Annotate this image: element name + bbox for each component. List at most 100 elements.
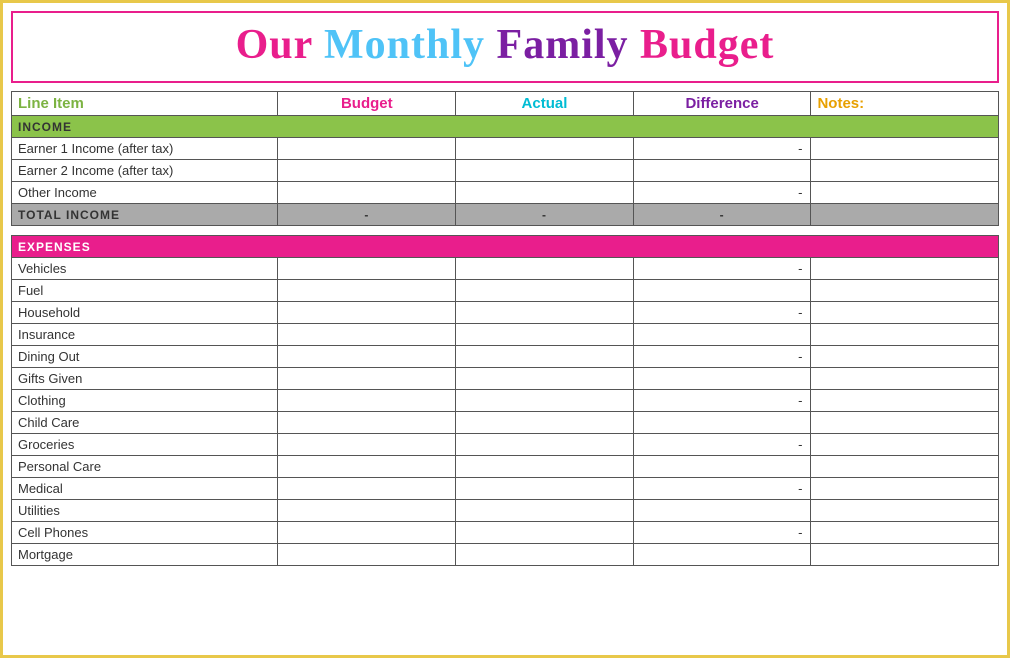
expense-item-label: Fuel	[12, 280, 278, 302]
income-actual-cell[interactable]	[456, 138, 634, 160]
income-notes-cell[interactable]	[811, 138, 999, 160]
expense-item-label: Dining Out	[12, 346, 278, 368]
expense-diff-cell	[633, 280, 811, 302]
income-item-label: Earner 2 Income (after tax)	[12, 160, 278, 182]
income-section-header: INCOME	[12, 116, 999, 138]
expense-item-label: Insurance	[12, 324, 278, 346]
total-income-label: TOTAL INCOME	[12, 204, 278, 226]
expense-budget-cell[interactable]	[278, 258, 456, 280]
expense-actual-cell[interactable]	[456, 324, 634, 346]
expense-row: Groceries -	[12, 434, 999, 456]
expense-notes-cell[interactable]	[811, 478, 999, 500]
expense-notes-cell[interactable]	[811, 544, 999, 566]
income-actual-cell[interactable]	[456, 182, 634, 204]
expense-actual-cell[interactable]	[456, 500, 634, 522]
header-notes: Notes:	[811, 92, 999, 116]
title-word1: Our	[236, 22, 313, 68]
expense-row: Household -	[12, 302, 999, 324]
total-income-row: TOTAL INCOME - - -	[12, 204, 999, 226]
expenses-label: EXPENSES	[12, 236, 999, 258]
income-budget-cell[interactable]	[278, 182, 456, 204]
expense-notes-cell[interactable]	[811, 324, 999, 346]
expense-item-label: Personal Care	[12, 456, 278, 478]
expense-row: Fuel	[12, 280, 999, 302]
expense-item-label: Gifts Given	[12, 368, 278, 390]
expense-row: Personal Care	[12, 456, 999, 478]
expense-budget-cell[interactable]	[278, 324, 456, 346]
expense-actual-cell[interactable]	[456, 522, 634, 544]
expense-diff-cell: -	[633, 478, 811, 500]
income-row: Earner 2 Income (after tax)	[12, 160, 999, 182]
income-item-label: Earner 1 Income (after tax)	[12, 138, 278, 160]
spacer-row	[12, 226, 999, 236]
expense-diff-cell: -	[633, 302, 811, 324]
expense-notes-cell[interactable]	[811, 368, 999, 390]
expense-budget-cell[interactable]	[278, 280, 456, 302]
income-actual-cell[interactable]	[456, 160, 634, 182]
title-word2: Monthly	[324, 22, 485, 68]
total-income-budget: -	[278, 204, 456, 226]
expense-item-label: Clothing	[12, 390, 278, 412]
expense-actual-cell[interactable]	[456, 434, 634, 456]
income-notes-cell[interactable]	[811, 182, 999, 204]
expense-budget-cell[interactable]	[278, 412, 456, 434]
expense-notes-cell[interactable]	[811, 280, 999, 302]
expense-row: Insurance	[12, 324, 999, 346]
expense-budget-cell[interactable]	[278, 434, 456, 456]
expense-notes-cell[interactable]	[811, 456, 999, 478]
expense-budget-cell[interactable]	[278, 456, 456, 478]
expense-budget-cell[interactable]	[278, 368, 456, 390]
expense-row: Utilities	[12, 500, 999, 522]
income-notes-cell[interactable]	[811, 160, 999, 182]
income-diff-cell: -	[633, 182, 811, 204]
expense-notes-cell[interactable]	[811, 500, 999, 522]
expense-row: Clothing -	[12, 390, 999, 412]
expense-item-label: Vehicles	[12, 258, 278, 280]
expense-diff-cell	[633, 500, 811, 522]
expense-actual-cell[interactable]	[456, 412, 634, 434]
expense-actual-cell[interactable]	[456, 478, 634, 500]
expense-budget-cell[interactable]	[278, 478, 456, 500]
expense-actual-cell[interactable]	[456, 390, 634, 412]
expense-row: Child Care	[12, 412, 999, 434]
expense-row: Dining Out -	[12, 346, 999, 368]
total-income-actual: -	[456, 204, 634, 226]
expense-budget-cell[interactable]	[278, 390, 456, 412]
income-row: Earner 1 Income (after tax) -	[12, 138, 999, 160]
expense-notes-cell[interactable]	[811, 390, 999, 412]
expense-notes-cell[interactable]	[811, 412, 999, 434]
income-diff-cell	[633, 160, 811, 182]
expense-budget-cell[interactable]	[278, 522, 456, 544]
expense-actual-cell[interactable]	[456, 346, 634, 368]
expense-row: Gifts Given	[12, 368, 999, 390]
expense-budget-cell[interactable]	[278, 500, 456, 522]
header-actual: Actual	[456, 92, 634, 116]
expense-actual-cell[interactable]	[456, 258, 634, 280]
expense-actual-cell[interactable]	[456, 544, 634, 566]
expense-item-label: Cell Phones	[12, 522, 278, 544]
expense-diff-cell	[633, 324, 811, 346]
total-income-notes	[811, 204, 999, 226]
expense-budget-cell[interactable]	[278, 346, 456, 368]
expense-row: Mortgage	[12, 544, 999, 566]
expense-actual-cell[interactable]	[456, 280, 634, 302]
expense-row: Medical -	[12, 478, 999, 500]
income-budget-cell[interactable]	[278, 138, 456, 160]
expense-notes-cell[interactable]	[811, 522, 999, 544]
expense-budget-cell[interactable]	[278, 302, 456, 324]
expense-actual-cell[interactable]	[456, 368, 634, 390]
expense-notes-cell[interactable]	[811, 258, 999, 280]
expense-notes-cell[interactable]	[811, 346, 999, 368]
expense-actual-cell[interactable]	[456, 302, 634, 324]
title-word3: Family	[497, 22, 629, 68]
title-box: Our Monthly Family Budget	[11, 11, 999, 83]
income-budget-cell[interactable]	[278, 160, 456, 182]
expense-item-label: Groceries	[12, 434, 278, 456]
expense-notes-cell[interactable]	[811, 434, 999, 456]
page-wrapper: Our Monthly Family Budget Line Item Budg…	[0, 0, 1010, 658]
expense-notes-cell[interactable]	[811, 302, 999, 324]
expense-budget-cell[interactable]	[278, 544, 456, 566]
expense-row: Cell Phones -	[12, 522, 999, 544]
expense-diff-cell	[633, 456, 811, 478]
expense-actual-cell[interactable]	[456, 456, 634, 478]
